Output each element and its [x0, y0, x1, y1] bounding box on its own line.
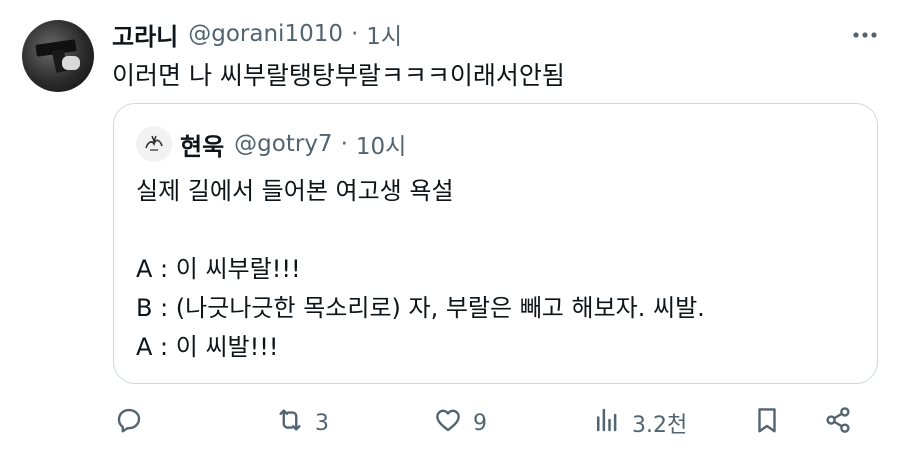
- views-count: 3.2천: [632, 413, 688, 438]
- quoted-tweet-text: 실제 길에서 들어본 여고생 욕설 A : 이 씨부랄!!! B : (나긋나긋…: [136, 172, 705, 367]
- quoted-tweet-card[interactable]: 현욱 @gotry7 · 10시 실제 길에서 들어본 여고생 욕설 A : 이…: [113, 103, 878, 384]
- author-avatar[interactable]: [22, 20, 94, 92]
- share-button[interactable]: [823, 400, 853, 446]
- author-handle[interactable]: @gorani1010: [188, 21, 343, 47]
- like-count: 9: [473, 410, 487, 436]
- author-name[interactable]: 고라니: [112, 17, 178, 52]
- header-separator: ·: [350, 21, 359, 47]
- bookmark-button[interactable]: [752, 400, 782, 446]
- tweet-header: 고라니 @gorani1010 · 1시: [112, 16, 402, 52]
- quoted-author-handle[interactable]: @gotry7: [234, 131, 332, 157]
- quoted-tweet-time[interactable]: 10시: [356, 127, 406, 161]
- quoted-text-line: [136, 211, 705, 250]
- tweet-action-bar: 3 9 3.2천: [0, 400, 900, 446]
- tweet-text: 이러면 나 씨부랄탱탕부랄ㅋㅋㅋ이래서안됨: [112, 61, 565, 90]
- heart-icon: [433, 405, 463, 441]
- quoted-tweet-header: 현욱 @gotry7 · 10시: [180, 124, 406, 164]
- quoted-text-line: B : (나긋나긋한 목소리로) 자, 부랄은 빼고 해보자. 씨발.: [136, 294, 705, 322]
- retweet-icon: [275, 405, 305, 441]
- views-icon: [592, 405, 622, 441]
- quoted-avatar-doodle: [145, 135, 163, 151]
- quoted-text-line: A : 이 씨발!!!: [136, 333, 279, 361]
- retweet-button[interactable]: 3: [275, 400, 329, 446]
- reply-icon: [114, 405, 144, 441]
- views-button[interactable]: 3.2천: [592, 400, 687, 446]
- bookmark-icon: [752, 405, 782, 441]
- quoted-header-separator: ·: [340, 131, 348, 157]
- share-icon: [823, 405, 853, 441]
- retweet-count: 3: [315, 410, 329, 436]
- quoted-text-line: 실제 길에서 들어본 여고생 욕설: [136, 177, 454, 205]
- reply-button[interactable]: [114, 400, 144, 446]
- avatar-hand-shape: [62, 56, 80, 70]
- more-options-icon[interactable]: [851, 22, 879, 48]
- quoted-author-avatar[interactable]: [136, 126, 172, 162]
- tweet-time[interactable]: 1시: [366, 17, 402, 51]
- quoted-author-name[interactable]: 현욱: [180, 127, 224, 162]
- quoted-text-line: A : 이 씨부랄!!!: [136, 255, 301, 283]
- like-button[interactable]: 9: [433, 400, 487, 446]
